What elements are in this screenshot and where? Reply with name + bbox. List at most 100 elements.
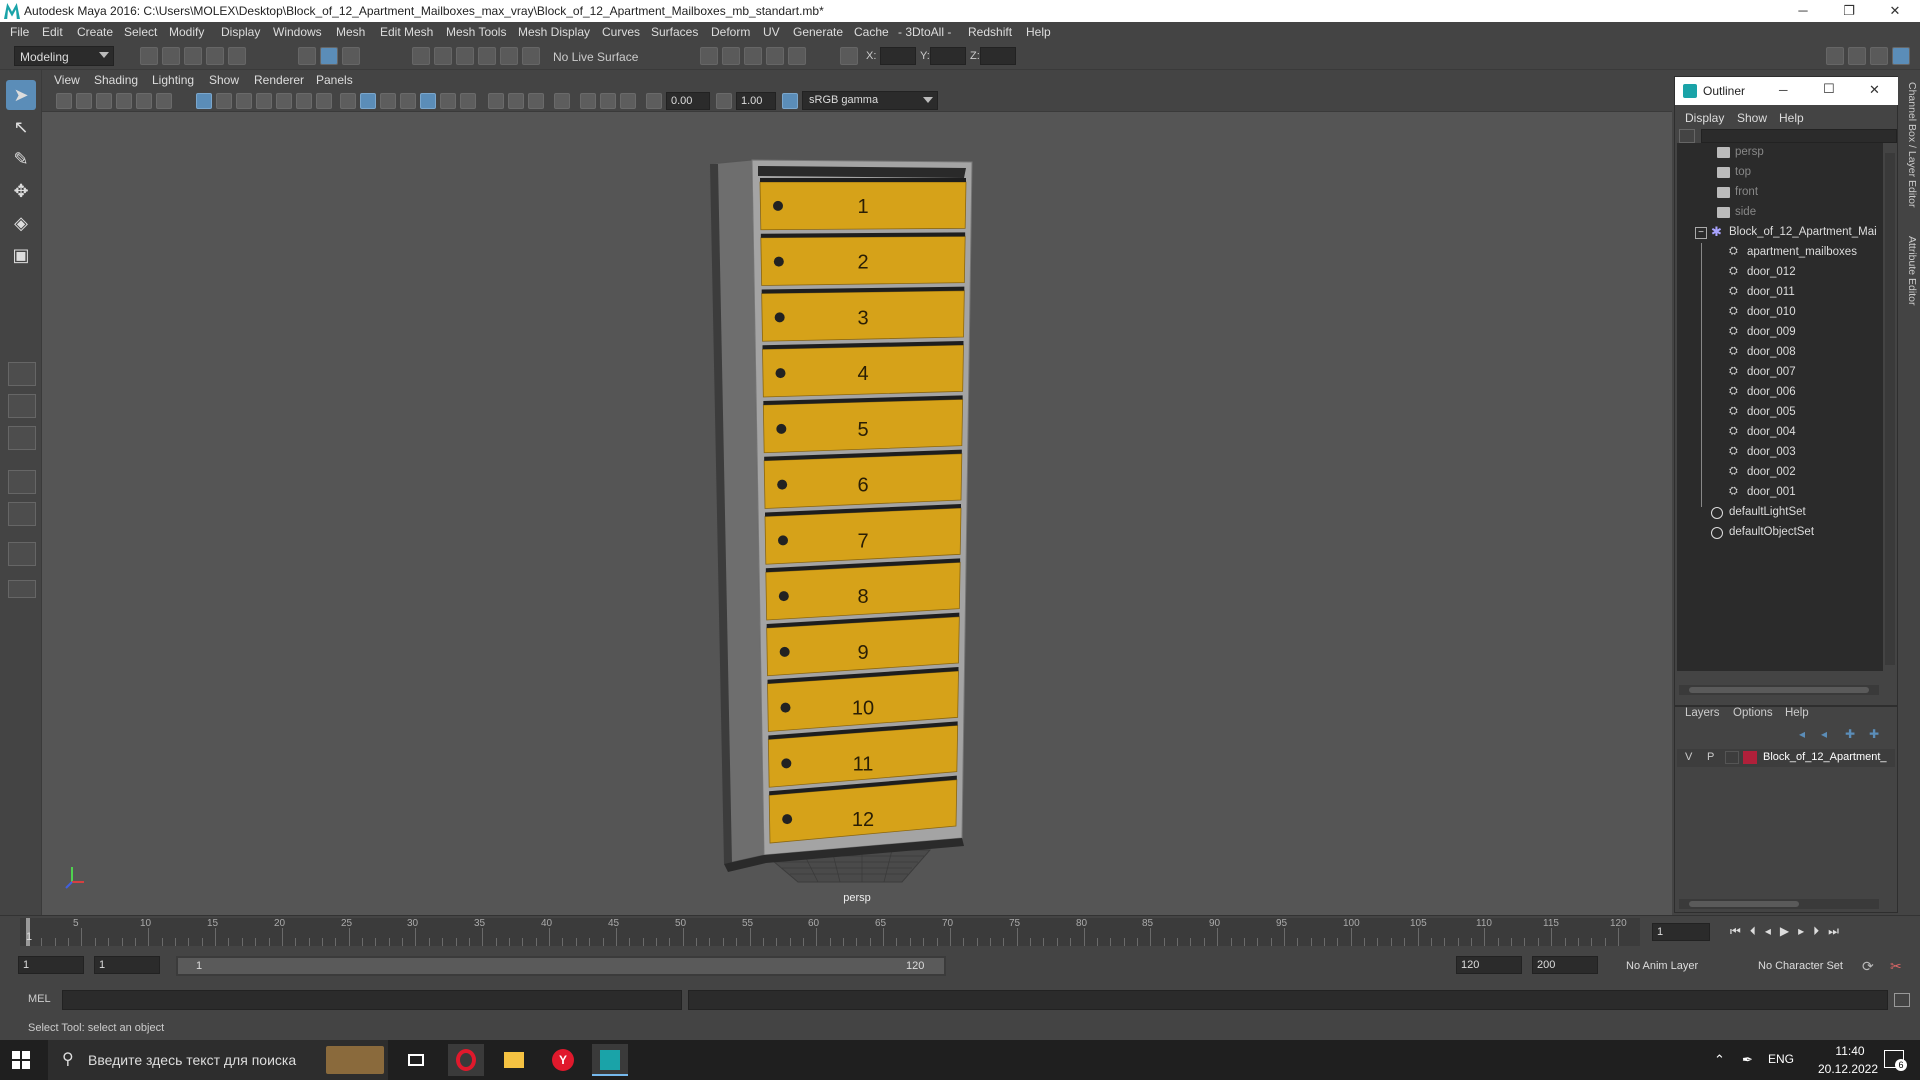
camera-icon[interactable]: [56, 93, 72, 109]
outliner-item-mesh[interactable]: ⛭ door_010: [1677, 303, 1883, 323]
layer-row[interactable]: V P Block_of_12_Apartment_: [1677, 749, 1895, 767]
menu-help[interactable]: Help: [1026, 25, 1051, 39]
open-scene-icon[interactable]: [162, 47, 180, 65]
pen-icon[interactable]: ✒: [1742, 1052, 1753, 1068]
depth-of-field-icon[interactable]: [528, 93, 544, 109]
ipr-render-icon[interactable]: [744, 47, 762, 65]
collapse-toggle-icon[interactable]: −: [1695, 227, 1707, 239]
menu-edit[interactable]: Edit: [42, 25, 63, 39]
vp-menu-shading[interactable]: Shading: [94, 73, 138, 87]
menu-file[interactable]: File: [10, 25, 29, 39]
y-field[interactable]: [930, 47, 966, 65]
menu-generate[interactable]: Generate: [793, 25, 843, 39]
outliner-item-camera[interactable]: persp: [1677, 143, 1883, 163]
z-field[interactable]: [980, 47, 1016, 65]
field-chart-icon[interactable]: [276, 93, 292, 109]
anim-layer-dropdown[interactable]: No Anim Layer: [1620, 956, 1740, 976]
hypershade-layout-button[interactable]: [8, 542, 36, 566]
outliner-item-mesh[interactable]: ⛭ door_009: [1677, 323, 1883, 343]
grease-pencil-icon[interactable]: [156, 93, 172, 109]
menu-cache[interactable]: Cache: [854, 25, 889, 39]
new-layer-selected-icon[interactable]: ✚: [1869, 727, 1885, 741]
outliner-item-set[interactable]: defaultLightSet: [1677, 503, 1883, 523]
outliner-persp-layout-button[interactable]: [8, 470, 36, 494]
xray-active-icon[interactable]: [600, 93, 616, 109]
paint-select-button[interactable]: ✎: [6, 144, 36, 174]
file-explorer-icon[interactable]: [496, 1044, 532, 1076]
outliner-item-mesh[interactable]: ⛭ door_002: [1677, 463, 1883, 483]
select-component-icon[interactable]: [342, 47, 360, 65]
select-tool-button[interactable]: ➤: [6, 80, 36, 110]
color-management-icon[interactable]: [782, 93, 798, 109]
outliner-maximize-button[interactable]: ☐: [1823, 81, 1835, 97]
range-bar[interactable]: 1 120: [176, 956, 946, 976]
outliner-item-set[interactable]: defaultObjectSet: [1677, 523, 1883, 543]
snap-curve-icon[interactable]: [434, 47, 452, 65]
range-bar-fill[interactable]: [178, 958, 944, 974]
vp-menu-show[interactable]: Show: [209, 73, 239, 87]
step-forward-frame-icon[interactable]: ▸: [1798, 924, 1813, 938]
auto-key-icon[interactable]: ⟳: [1862, 958, 1878, 974]
undo-icon[interactable]: [206, 47, 224, 65]
snap-view-icon[interactable]: [478, 47, 496, 65]
notification-icon[interactable]: 6: [1884, 1050, 1907, 1071]
clock-date[interactable]: 20.12.2022: [1808, 1062, 1888, 1076]
resolution-gate-icon[interactable]: [236, 93, 252, 109]
layers-menu-layers[interactable]: Layers: [1685, 707, 1720, 719]
menu-mesh[interactable]: Mesh: [336, 25, 365, 39]
tool-settings-icon[interactable]: [1870, 47, 1888, 65]
outliner-item-mesh[interactable]: ⛭ door_007: [1677, 363, 1883, 383]
outliner-item-mesh[interactable]: ⛭ door_006: [1677, 383, 1883, 403]
vp-menu-view[interactable]: View: [54, 73, 80, 87]
go-to-start-icon[interactable]: ⏮: [1730, 924, 1750, 938]
mode-dropdown[interactable]: Modeling: [14, 46, 114, 66]
exposure-icon[interactable]: [646, 93, 662, 109]
outliner-menu-show[interactable]: Show: [1737, 111, 1767, 125]
grid-icon[interactable]: [196, 93, 212, 109]
perspective-viewport[interactable]: 1 2 3 4 5 6 7 8 9 10 11 12 persp: [42, 112, 1672, 915]
tab-channel-box[interactable]: Channel Box / Layer Editor: [1900, 82, 1918, 222]
outliner-item-mesh[interactable]: ⛭ door_001: [1677, 483, 1883, 503]
hypershade-icon[interactable]: [788, 47, 806, 65]
timeline-track[interactable]: 5 10 15 20 25 30 35 40 45 50 55 60 65 70 75 80 85 90 95 100…: [20, 918, 1640, 946]
gate-mask-icon[interactable]: [256, 93, 272, 109]
vp-menu-lighting[interactable]: Lighting: [152, 73, 194, 87]
step-back-key-icon[interactable]: ⏴: [1750, 924, 1765, 938]
layer-visibility-toggle[interactable]: V: [1685, 751, 1692, 763]
maya-taskbar-icon[interactable]: [592, 1044, 628, 1076]
xray-joints-icon[interactable]: [620, 93, 636, 109]
outliner-close-button[interactable]: ✕: [1869, 82, 1880, 98]
close-button[interactable]: ✕: [1872, 0, 1918, 22]
menu-modify[interactable]: Modify: [169, 25, 204, 39]
snap-surface-icon[interactable]: [500, 47, 518, 65]
single-view-layout-button[interactable]: [8, 362, 36, 386]
yandex-browser-icon[interactable]: Y: [544, 1044, 580, 1076]
graph-layout-button[interactable]: [8, 502, 36, 526]
color-space-dropdown[interactable]: sRGB gamma: [802, 91, 938, 110]
layer-type-toggle[interactable]: [1725, 751, 1739, 764]
menu-edit-mesh[interactable]: Edit Mesh: [380, 25, 433, 39]
animation-start-field[interactable]: 1: [18, 956, 84, 974]
menu-select[interactable]: Select: [124, 25, 157, 39]
outliner-menu-help[interactable]: Help: [1779, 111, 1804, 125]
outliner-item-mesh[interactable]: ⛭ door_004: [1677, 423, 1883, 443]
menu-redshift[interactable]: Redshift: [968, 25, 1012, 39]
layer-color-swatch[interactable]: [1743, 751, 1757, 764]
safe-action-icon[interactable]: [296, 93, 312, 109]
outliner-item-mesh[interactable]: ⛭ door_012: [1677, 263, 1883, 283]
image-plane-icon[interactable]: [116, 93, 132, 109]
viewport-canvas[interactable]: 123456789101112: [42, 112, 1672, 915]
camera-attr-icon[interactable]: [76, 93, 92, 109]
tab-attribute-editor[interactable]: Attribute Editor: [1900, 236, 1918, 326]
ambient-occlusion-icon[interactable]: [460, 93, 476, 109]
bookmark-icon[interactable]: [96, 93, 112, 109]
filter-icon[interactable]: [1679, 129, 1695, 143]
menu-uv[interactable]: UV: [763, 25, 780, 39]
smooth-shade-icon[interactable]: [360, 93, 376, 109]
save-scene-icon[interactable]: [184, 47, 202, 65]
step-back-frame-icon[interactable]: ◂: [1765, 924, 1780, 938]
layers-menu-options[interactable]: Options: [1733, 707, 1773, 719]
rotate-tool-button[interactable]: ◈: [6, 208, 36, 238]
menu-mesh-display[interactable]: Mesh Display: [518, 25, 590, 39]
redo-icon[interactable]: [228, 47, 246, 65]
